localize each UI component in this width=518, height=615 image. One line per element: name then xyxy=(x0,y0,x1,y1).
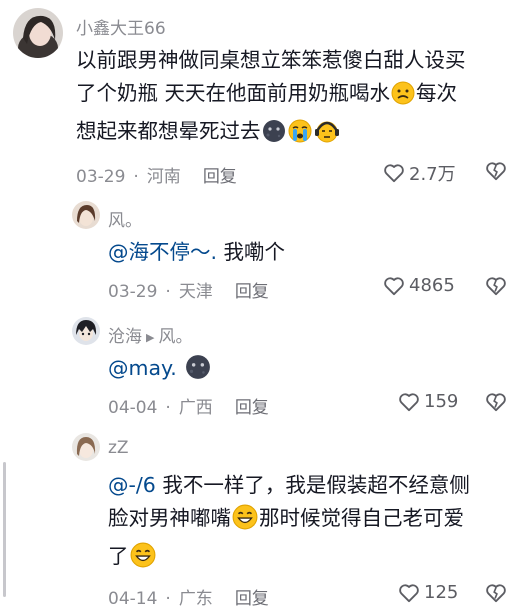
comment-date: 04-04 xyxy=(108,398,158,418)
comment-date: 04-14 xyxy=(108,589,158,609)
comment-text: @海不停～. 我嘞个 xyxy=(108,236,508,269)
comment-text-line: 想起来都想晕死过去 xyxy=(76,119,261,143)
dislike-button[interactable] xyxy=(485,276,507,300)
broken-heart-icon xyxy=(486,277,506,296)
headphone-face-icon xyxy=(314,119,340,153)
heart-icon xyxy=(384,164,404,183)
comment-date: 03-29 xyxy=(108,282,158,302)
confused-face-icon xyxy=(391,81,415,115)
mention-link[interactable]: @-/6 xyxy=(108,473,156,497)
scrollbar[interactable] xyxy=(3,462,6,597)
comment-text-line: 了 xyxy=(108,544,129,568)
reply-button[interactable]: 回复 xyxy=(203,167,237,187)
mention-link[interactable]: @may. xyxy=(108,356,177,380)
heart-icon xyxy=(399,392,419,411)
avatar[interactable] xyxy=(72,201,100,229)
like-count: 159 xyxy=(424,391,459,412)
like-button[interactable]: 159 xyxy=(398,391,458,412)
comment-username: 沧海 ▶ 风。 xyxy=(108,322,192,347)
comment-location: 河南 xyxy=(146,167,181,187)
broken-heart-icon xyxy=(486,393,506,412)
broken-heart-icon xyxy=(486,162,506,181)
comment-location: 广西 xyxy=(178,398,213,418)
avatar[interactable] xyxy=(72,317,100,345)
comment-text: 以前跟男神做同桌想立笨笨惹傻白甜人设买 了个奶瓶 天天在他面前用奶瓶喝水 每次 想… xyxy=(76,44,516,153)
reply-button[interactable]: 回复 xyxy=(235,398,269,418)
dark-moon-face-icon xyxy=(262,119,286,153)
broken-heart-icon xyxy=(486,584,506,603)
avatar[interactable] xyxy=(72,433,100,461)
like-button[interactable]: 2.7万 xyxy=(383,160,456,186)
comment-text: @may. xyxy=(108,352,508,390)
grin-face-icon xyxy=(232,504,258,540)
reply-target[interactable]: 风。 xyxy=(158,327,192,347)
dislike-button[interactable] xyxy=(485,583,507,607)
comment-text-line: 了个奶瓶 天天在他面前用奶瓶喝水 xyxy=(76,81,391,105)
reply-author[interactable]: 沧海 xyxy=(108,327,142,347)
comment-text-line: 那时候觉得自己老可爱 xyxy=(259,506,464,530)
comment-meta: 04-14 · 广东 回复 xyxy=(108,589,269,609)
crying-face-icon xyxy=(288,119,312,153)
like-count: 4865 xyxy=(409,275,455,296)
comment-location: 天津 xyxy=(178,282,213,302)
heart-icon xyxy=(384,276,404,295)
mention-link[interactable]: @海不停～. xyxy=(108,240,217,264)
comment-text-line: 以前跟男神做同桌想立笨笨惹傻白甜人设买 xyxy=(76,48,466,72)
comment-meta: 04-04 · 广西 回复 xyxy=(108,398,269,418)
comment-text-line: 每次 xyxy=(416,81,458,105)
comment-text: @-/6 我不一样了，我是假装超不经意侧 脸对男神嘟嘴 那时候觉得自己老可爱 了 xyxy=(108,469,513,578)
like-button[interactable]: 4865 xyxy=(383,275,455,296)
reply-button[interactable]: 回复 xyxy=(235,282,269,302)
comment-username[interactable]: 风。 xyxy=(108,206,142,231)
grin-face-icon xyxy=(130,542,156,578)
like-count: 2.7万 xyxy=(409,164,456,185)
comment-text-line: 脸对男神嘟嘴 xyxy=(108,506,231,530)
comment-meta: 03-29 · 天津 回复 xyxy=(108,282,269,302)
like-button[interactable]: 125 xyxy=(398,582,458,603)
like-count: 125 xyxy=(424,582,459,603)
avatar[interactable] xyxy=(13,8,63,58)
comment-text-line: 我不一样了，我是假装超不经意侧 xyxy=(155,473,470,497)
comment-meta: 03-29 · 河南 回复 xyxy=(76,167,237,187)
comment-date: 03-29 xyxy=(76,167,126,187)
comment-username[interactable]: zZ xyxy=(108,438,129,458)
caret-right-icon: ▶ xyxy=(146,331,155,344)
comment-text-line: 我嘞个 xyxy=(217,240,286,264)
dark-moon-face-icon xyxy=(185,354,211,390)
reply-button[interactable]: 回复 xyxy=(235,589,269,609)
dislike-button[interactable] xyxy=(485,161,507,185)
comment-location: 广东 xyxy=(178,589,213,609)
comment-username[interactable]: 小鑫大王66 xyxy=(76,14,166,39)
dislike-button[interactable] xyxy=(485,392,507,416)
heart-icon xyxy=(399,583,419,602)
